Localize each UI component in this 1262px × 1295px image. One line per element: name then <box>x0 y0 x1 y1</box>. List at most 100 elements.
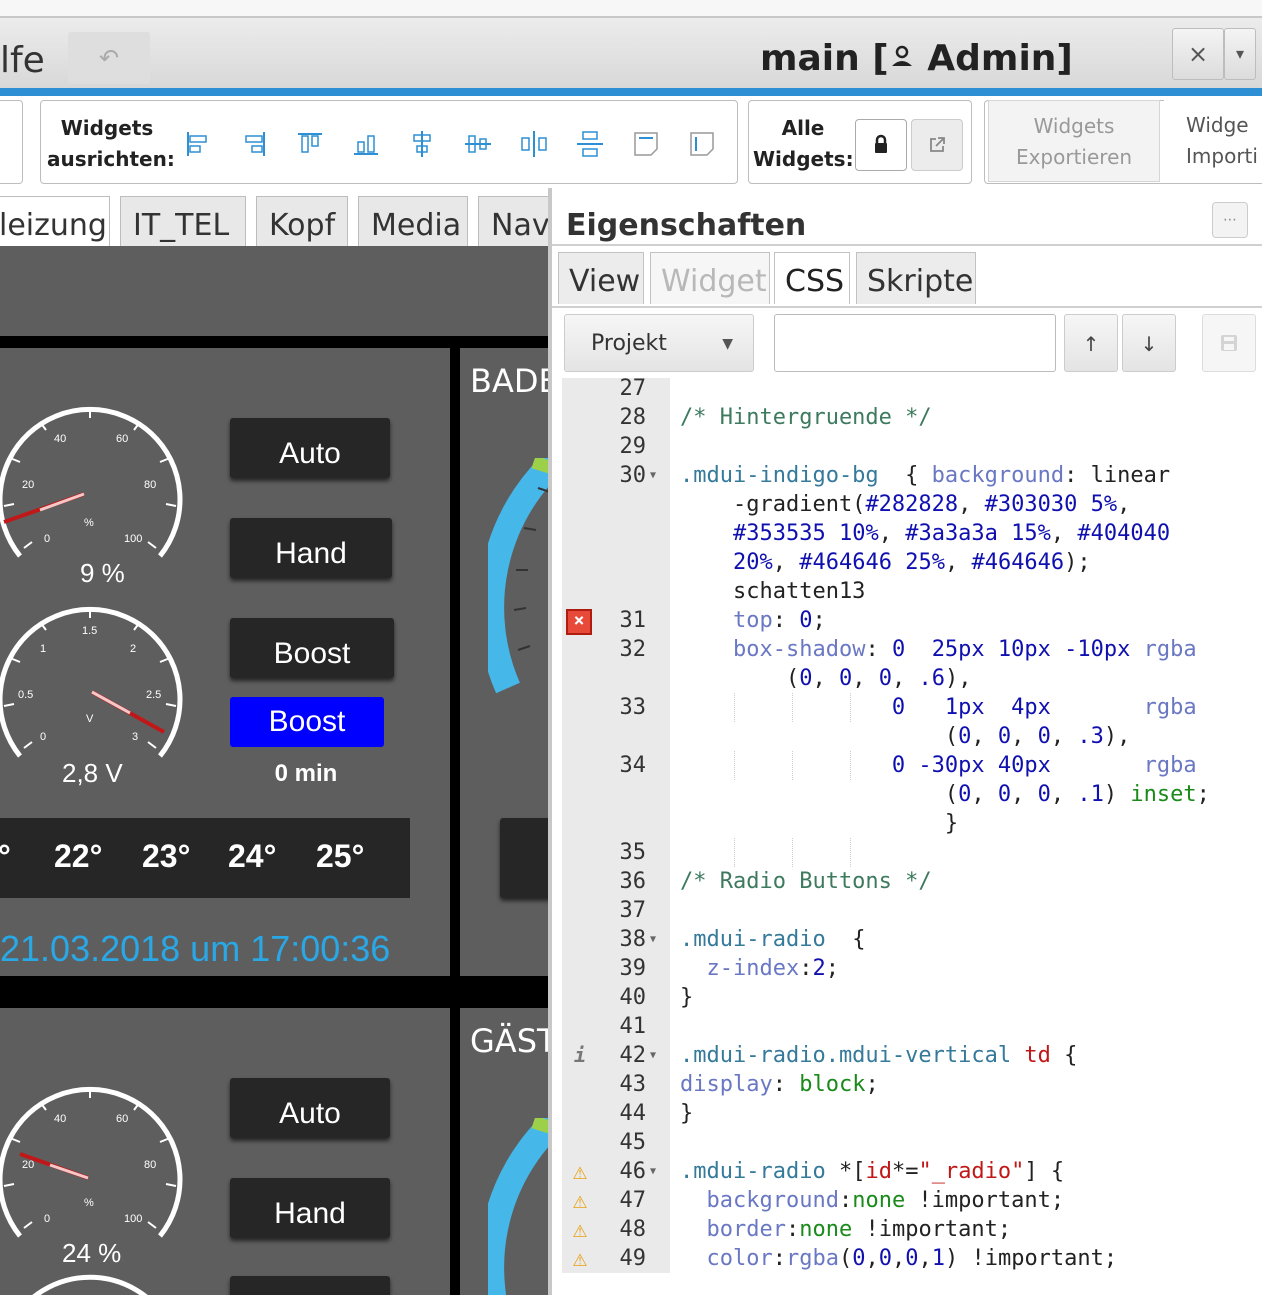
align-center-vertical-icon[interactable] <box>405 129 439 163</box>
gauge-tick-label: 3 <box>132 731 138 743</box>
export-label-line1: Widgets <box>1033 114 1115 138</box>
partial-button[interactable] <box>230 1276 390 1295</box>
css-scope-select[interactable]: Projekt ▼ <box>564 314 754 372</box>
external-link-button[interactable] <box>911 119 963 171</box>
import-widgets-button[interactable]: Widge Importi <box>1164 100 1262 182</box>
tab-nav[interactable]: Nav <box>478 196 548 246</box>
undo-button[interactable]: ↶ <box>68 32 150 84</box>
save-button[interactable] <box>1202 314 1256 372</box>
gauge-tick-label: 100 <box>124 1213 142 1225</box>
temp-option[interactable]: 23° <box>142 838 190 875</box>
fold-icon[interactable]: ▼ <box>650 925 656 954</box>
tab-kopf[interactable]: Kopf <box>256 196 348 246</box>
gauge-tick-label: 0 <box>40 731 46 743</box>
gauge-partial <box>32 1274 148 1295</box>
css-scope-value: Projekt <box>591 331 667 356</box>
thermostat-gauge-2 <box>488 1118 548 1295</box>
tab-it-tel[interactable]: IT_TEL <box>120 196 246 246</box>
window-user-text: Admin] <box>914 38 1073 79</box>
hand-button-2[interactable]: Hand <box>230 1178 390 1238</box>
auto-button[interactable]: Auto <box>230 418 390 478</box>
code-line: ⚠ 47 background:none !important; <box>562 1186 1262 1215</box>
code-line: schatten13 <box>680 579 866 604</box>
align-center-horizontal-icon[interactable] <box>461 129 495 163</box>
same-width-icon[interactable] <box>629 129 663 163</box>
user-icon <box>891 45 912 66</box>
code-line: 43 display: block; <box>562 1070 1262 1099</box>
humidity-value: 9 % <box>80 558 125 586</box>
import-label-line2: Importi <box>1186 144 1258 168</box>
line-number: 29 <box>619 434 647 459</box>
save-icon <box>1221 335 1237 351</box>
boost-button[interactable]: Boost <box>230 618 394 678</box>
css-editor[interactable]: 27 28/* Hintergruende */ 29 30 ▼ .mdui-ind… <box>562 378 1262 1273</box>
line-number: 42 <box>619 1043 647 1068</box>
external-link-icon <box>930 137 945 152</box>
line-number: 31 <box>619 608 647 633</box>
code-line: (0, 0, 0, .3), <box>680 724 1131 749</box>
tab-widget[interactable]: Widget <box>650 252 770 304</box>
code-line: 20%, #464646 25%, #464646); <box>732 550 1091 575</box>
code-line: #353535 10%, #3a3a3a 15%, #404040 <box>732 521 1171 546</box>
undo-icon: ↶ <box>98 44 120 72</box>
close-button[interactable]: × <box>1172 28 1224 80</box>
gauge-tick-label: 40 <box>54 433 66 445</box>
search-next-button[interactable]: ↓ <box>1122 314 1176 372</box>
gauge-tick-label: 20 <box>22 479 34 491</box>
humidity-gauge: 0 20 40 60 80 100 % 9 % <box>0 406 183 586</box>
align-widgets-group: Widgets ausrichten: <box>40 100 738 184</box>
fold-icon[interactable]: ▼ <box>650 1041 656 1070</box>
fold-icon[interactable]: ▼ <box>650 461 656 490</box>
arrow-up-icon: ↑ <box>1082 332 1100 356</box>
export-widgets-button[interactable]: Widgets Exportieren <box>988 100 1160 182</box>
gauge-unit: % <box>84 1197 94 1209</box>
boost-active-button[interactable]: Boost <box>230 697 384 747</box>
temperature-selector: ° 22° 23° 24° 25° <box>0 818 410 898</box>
title-accent-bar <box>0 88 1262 96</box>
temp-option[interactable]: 24° <box>228 838 276 875</box>
temp-option[interactable]: 22° <box>54 838 102 875</box>
align-bottom-icon[interactable] <box>349 129 383 163</box>
warning-icon: ⚠ <box>572 1157 588 1185</box>
panel-menu-button[interactable]: ⋯ <box>1212 202 1248 238</box>
fold-icon[interactable]: ▼ <box>650 1157 656 1186</box>
view-tabs: leizung IT_TEL Kopf Media Nav <box>0 188 548 246</box>
line-number: 41 <box>619 1014 647 1039</box>
lock-button[interactable] <box>855 119 907 171</box>
menu-help[interactable]: lfe <box>0 26 56 84</box>
tab-media[interactable]: Media <box>358 196 468 246</box>
gauge-tick-label: 0.5 <box>18 689 33 701</box>
hand-button[interactable]: Hand <box>230 518 392 578</box>
code-line: 28/* Hintergruende */ <box>562 403 1262 432</box>
code-line: } <box>680 811 959 836</box>
window-menu-button[interactable]: ▾ <box>1224 28 1256 80</box>
search-prev-button[interactable]: ↑ <box>1064 314 1118 372</box>
gauge-tick-label: 2 <box>130 643 136 655</box>
tab-heizung[interactable]: leizung <box>0 196 110 246</box>
gauge-tick-label: 40 <box>54 1113 66 1125</box>
partial-dark-button[interactable] <box>500 818 548 898</box>
tab-view[interactable]: View <box>558 252 644 304</box>
tab-skripte[interactable]: Skripte <box>856 252 976 304</box>
gauge-tick-label: 60 <box>116 433 128 445</box>
distribute-vertical-icon[interactable] <box>573 129 607 163</box>
all-widgets-group: Alle Widgets: <box>748 100 972 184</box>
distribute-horizontal-icon[interactable] <box>517 129 551 163</box>
warning-icon: ⚠ <box>572 1186 588 1214</box>
window-title: main [ Admin] <box>760 38 1090 90</box>
line-number: 36 <box>619 869 647 894</box>
align-right-icon[interactable] <box>237 129 271 163</box>
css-search-input[interactable] <box>774 314 1056 372</box>
code-line: (0, 0, 0, .6), <box>680 666 972 691</box>
same-height-icon[interactable] <box>685 129 719 163</box>
align-top-icon[interactable] <box>293 129 327 163</box>
properties-panel: Eigenschaften ⋯ View Widget CSS Skripte … <box>548 188 1262 1295</box>
temp-option[interactable]: ° <box>0 838 11 875</box>
tab-css[interactable]: CSS <box>774 252 850 304</box>
line-number: 48 <box>619 1217 647 1242</box>
temp-option[interactable]: 25° <box>316 838 364 875</box>
auto-button-2[interactable]: Auto <box>230 1078 390 1138</box>
align-left-icon[interactable] <box>181 129 215 163</box>
room-label: GÄST <box>470 1022 548 1060</box>
menu-icon: ⋯ <box>1223 212 1237 228</box>
